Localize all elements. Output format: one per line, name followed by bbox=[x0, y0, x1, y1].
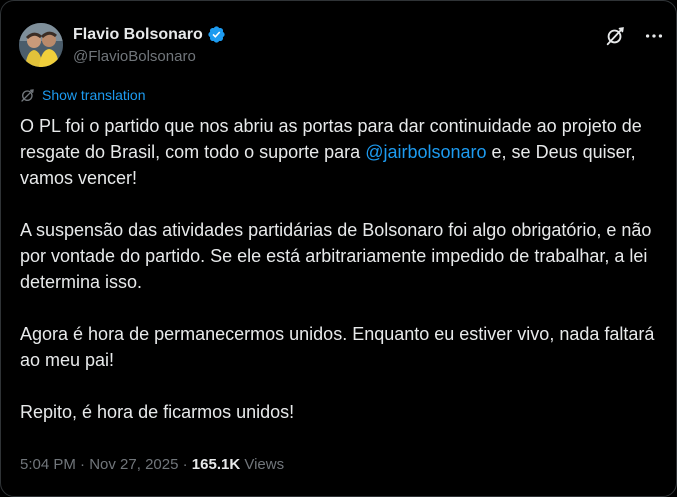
tweet-paragraph-3: Agora é hora de permanecermos unidos. En… bbox=[20, 324, 655, 370]
tweet-paragraph-2: A suspensão das atividades partidárias d… bbox=[20, 220, 652, 292]
avatar[interactable] bbox=[19, 23, 63, 67]
translate-icon bbox=[21, 89, 34, 102]
author-handle[interactable]: @FlavioBolsonaro bbox=[73, 48, 196, 65]
meta-separator: · bbox=[178, 456, 192, 473]
author-display-name[interactable]: Flavio Bolsonaro bbox=[73, 26, 203, 44]
tweet-paragraph-4: Repito, é hora de ficarmos unidos! bbox=[20, 402, 295, 422]
show-translation-label[interactable]: Show translation bbox=[42, 87, 146, 103]
tweet-metadata: 5:04 PM · Nov 27, 2025 · 165.1K Views bbox=[20, 456, 284, 473]
tweet-time[interactable]: 5:04 PM bbox=[20, 456, 76, 473]
meta-separator: · bbox=[75, 456, 90, 473]
author-name-row[interactable]: Flavio Bolsonaro bbox=[73, 25, 226, 44]
grok-icon[interactable] bbox=[604, 25, 626, 47]
tweet-body: O PL foi o partido que nos abriu as port… bbox=[20, 113, 665, 451]
tweet-card: Flavio Bolsonaro @FlavioBolsonaro Show t… bbox=[0, 0, 677, 497]
views-count[interactable]: 165.1K bbox=[192, 456, 240, 473]
views-label: Views bbox=[240, 456, 285, 473]
tweet-date[interactable]: Nov 27, 2025 bbox=[89, 456, 178, 473]
verified-badge-icon[interactable] bbox=[207, 25, 226, 44]
more-options-icon[interactable] bbox=[643, 25, 665, 47]
show-translation-button[interactable]: Show translation bbox=[20, 87, 146, 103]
tweet-paragraph-1: O PL foi o partido que nos abriu as port… bbox=[20, 113, 665, 191]
profile-photo bbox=[19, 23, 63, 67]
mention-link[interactable]: @jairbolsonaro bbox=[365, 142, 486, 162]
